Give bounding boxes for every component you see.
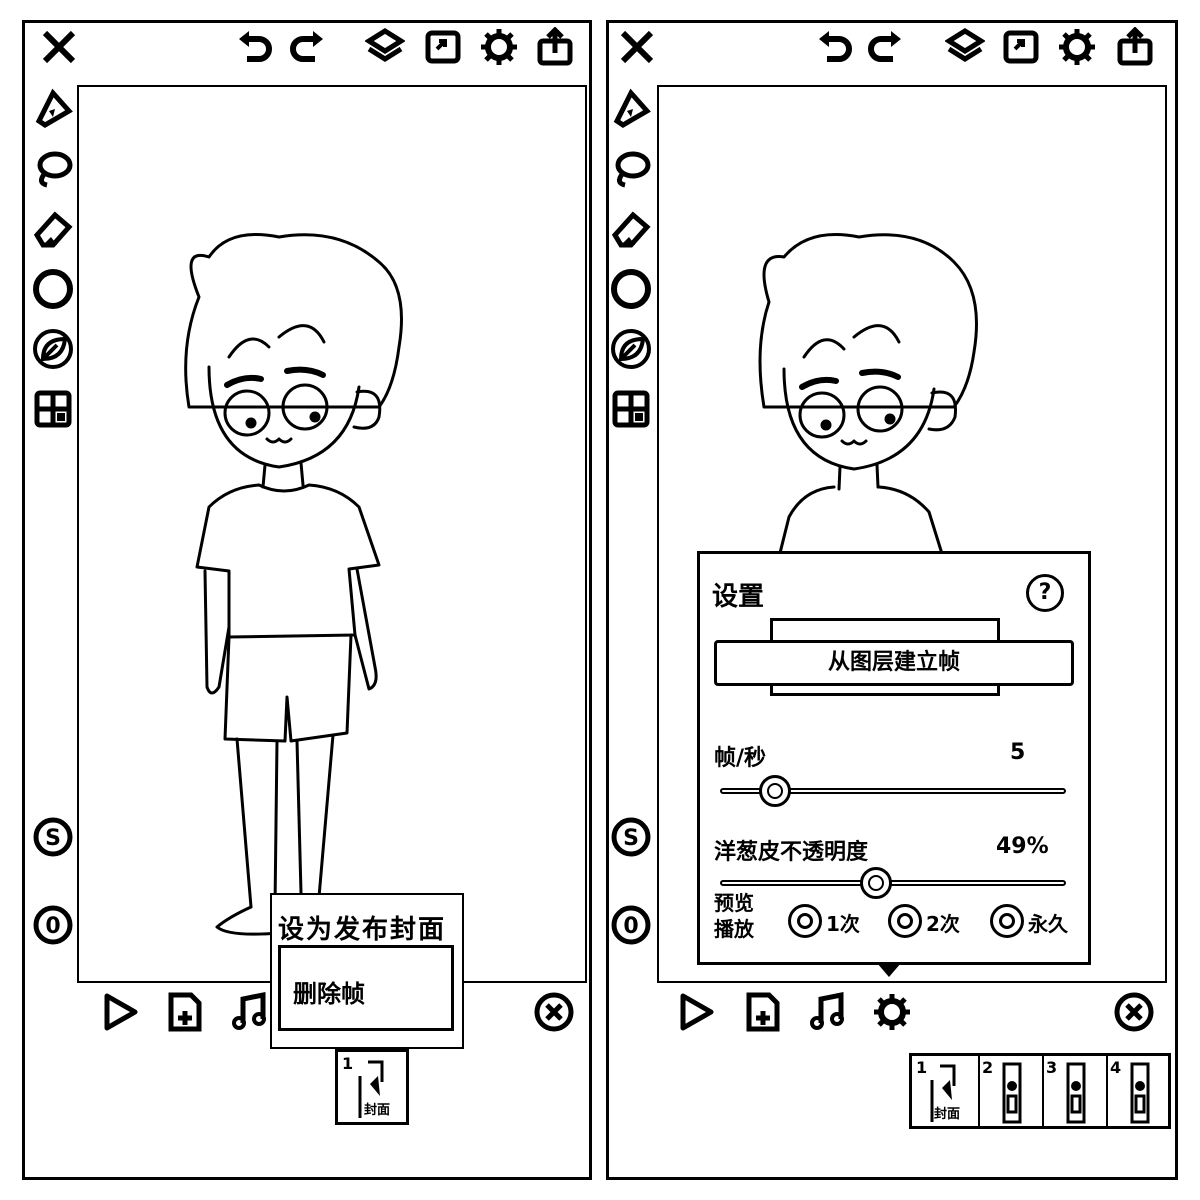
gear-icon[interactable]	[1057, 27, 1097, 67]
delete-frame-label: 删除帧	[293, 980, 365, 1008]
frame-thumb-2[interactable]: 2	[978, 1056, 1044, 1126]
preview-playback-label: 预览播放	[714, 891, 754, 941]
import-icon[interactable]	[423, 27, 463, 67]
import-icon[interactable]	[1001, 27, 1041, 67]
play-icon[interactable]	[675, 991, 717, 1033]
onion-skin-slider[interactable]	[720, 880, 1066, 886]
lasso-icon[interactable]	[31, 147, 75, 191]
preview-once-radio[interactable]	[788, 904, 822, 938]
settings-title: 设置	[712, 582, 765, 612]
music-icon[interactable]	[229, 991, 271, 1033]
preview-twice-radio[interactable]	[888, 904, 922, 938]
frame-thumb-1[interactable]: 1 封面	[335, 1049, 409, 1125]
circle-brush-icon[interactable]	[31, 267, 75, 311]
frame-thumb-1[interactable]: 1 封面	[912, 1056, 980, 1126]
frame-strip: 1 封面 2 3 4	[909, 1053, 1171, 1129]
leaf-icon[interactable]	[31, 327, 75, 371]
frame-preview	[1130, 1062, 1150, 1124]
undo-icon[interactable]	[815, 27, 855, 67]
frame-preview	[1002, 1062, 1022, 1124]
badge-s-text: S	[45, 826, 61, 851]
badge-0[interactable]: 0	[31, 903, 75, 947]
add-frame-icon[interactable]	[743, 991, 785, 1033]
badge-s[interactable]: S	[31, 815, 75, 859]
grid-icon[interactable]	[31, 387, 75, 431]
redo-icon[interactable]	[287, 27, 327, 67]
preview-twice-label: 2次	[926, 912, 960, 936]
drawing-canvas[interactable]	[77, 85, 587, 983]
top-toolbar	[25, 23, 589, 83]
set-cover-option[interactable]: 设为发布封面	[278, 909, 446, 946]
preview-forever-radio[interactable]	[990, 904, 1024, 938]
onion-skin-slider-knob[interactable]	[859, 867, 892, 899]
badge-0-text: 0	[45, 914, 60, 939]
undo-icon[interactable]	[235, 27, 275, 67]
share-icon[interactable]	[1115, 27, 1155, 67]
close-icon[interactable]	[617, 27, 657, 67]
settings-popup-pointer	[877, 963, 901, 977]
fps-slider-knob[interactable]	[759, 775, 792, 807]
cover-label: 封面	[934, 1107, 961, 1122]
pen-icon[interactable]	[609, 87, 653, 131]
music-icon[interactable]	[807, 991, 849, 1033]
lasso-icon[interactable]	[609, 147, 653, 191]
fps-label: 帧/秒	[714, 746, 767, 771]
badge-s-text: S	[623, 826, 639, 851]
frame-preview	[1066, 1062, 1086, 1124]
circle-brush-icon[interactable]	[609, 267, 653, 311]
add-frame-icon[interactable]	[165, 991, 207, 1033]
top-toolbar	[609, 23, 1175, 83]
layers-icon[interactable]	[365, 27, 405, 67]
preview-once-label: 1次	[826, 912, 860, 936]
pen-icon[interactable]	[31, 87, 75, 131]
cover-label: 封面	[364, 1103, 391, 1118]
onion-skin-value: 49%	[996, 834, 1049, 859]
create-frames-from-layers-button[interactable]: 从图层建立帧	[714, 640, 1074, 686]
frame-thumb-4[interactable]: 4	[1106, 1056, 1170, 1126]
share-icon[interactable]	[535, 27, 575, 67]
close-icon[interactable]	[39, 27, 79, 67]
eraser-icon[interactable]	[609, 207, 653, 251]
grid-icon[interactable]	[609, 387, 653, 431]
frame-thumb-3[interactable]: 3	[1042, 1056, 1108, 1126]
close-timeline-icon[interactable]	[533, 991, 575, 1033]
badge-0[interactable]: 0	[609, 903, 653, 947]
leaf-icon[interactable]	[609, 327, 653, 371]
preview-forever-label: 永久	[1028, 912, 1068, 936]
eraser-icon[interactable]	[31, 207, 75, 251]
settings-popup: 设置 ? 从图层建立帧 帧/秒 5 洋葱皮不透明度 49% 预览播放 1次 2次…	[697, 551, 1091, 965]
frame-context-menu: 设为发布封面 删除帧	[270, 893, 464, 1049]
delete-frame-option[interactable]: 删除帧	[278, 945, 454, 1031]
close-timeline-icon[interactable]	[1113, 991, 1155, 1033]
badge-0-text: 0	[623, 914, 638, 939]
fps-value: 5	[1010, 740, 1026, 765]
layers-icon[interactable]	[945, 27, 985, 67]
onion-skin-label: 洋葱皮不透明度	[714, 840, 869, 865]
boy-drawing	[184, 233, 403, 936]
redo-icon[interactable]	[865, 27, 905, 67]
help-button[interactable]: ?	[1026, 574, 1064, 612]
badge-s[interactable]: S	[609, 815, 653, 859]
play-icon[interactable]	[99, 991, 141, 1033]
left-screen: S 0 设为发布封面 删除帧 1 封面	[22, 20, 592, 1180]
timeline-settings-icon[interactable]	[871, 991, 913, 1033]
right-screen: S 0 设置 ? 从图层建立帧 帧/秒 5 洋葱皮不透明度 49% 预览播放 1…	[606, 20, 1178, 1180]
gear-icon[interactable]	[479, 27, 519, 67]
